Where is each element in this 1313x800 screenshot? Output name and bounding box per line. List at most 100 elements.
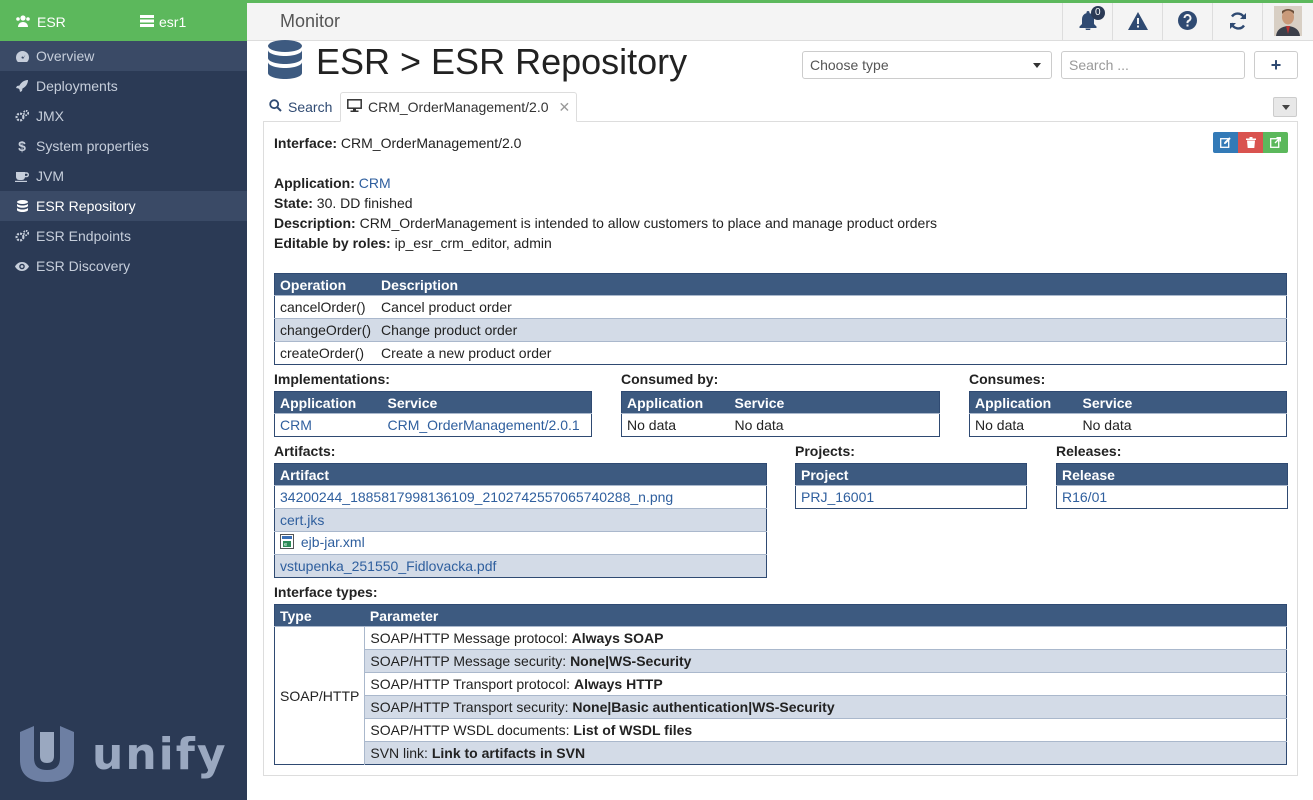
user-avatar-button[interactable] [1262, 3, 1313, 41]
sidebar-item-jmx[interactable]: JMX [0, 101, 247, 131]
operations-table: Operation Description cancelOrder() Canc… [274, 273, 1287, 365]
parameter-value: List of WSDL files [573, 722, 693, 738]
topbar-title: Monitor [280, 11, 341, 31]
table-row[interactable]: changeOrder() Change product order [274, 318, 1287, 342]
empty-cell: No data [969, 413, 1078, 437]
plus-icon: + [1270, 54, 1282, 75]
add-button[interactable]: + [1254, 51, 1298, 79]
table-row: SOAP/HTTP Transport protocol: Always HTT… [275, 672, 1287, 696]
table-row[interactable]: createOrder() Create a new product order [274, 341, 1287, 365]
column-header: Project [795, 463, 1027, 486]
implementations-table: Application Service CRM CRM_OrderManagem… [274, 391, 592, 437]
chevron-down-icon [1033, 63, 1041, 68]
parameter-name: SVN link: [370, 745, 428, 761]
description-label: Description: [274, 215, 356, 231]
table-row[interactable]: CRM CRM_OrderManagement/2.0.1 [274, 413, 592, 437]
sidebar-item-system-properties[interactable]: $ System properties [0, 131, 247, 161]
parameter-name: SOAP/HTTP Message security: [370, 653, 567, 669]
empty-cell: No data [621, 413, 730, 437]
database-icon [268, 40, 302, 83]
gears-icon [15, 110, 29, 122]
application-link[interactable]: CRM [274, 413, 383, 437]
type-select-value: Choose type [810, 57, 889, 73]
action-buttons [1213, 132, 1288, 153]
search-input[interactable] [1061, 51, 1245, 79]
sidebar-item-jvm[interactable]: JVM [0, 161, 247, 191]
notifications-button[interactable]: 0 [1062, 3, 1112, 41]
table-row[interactable]: cancelOrder() Cancel product order [274, 295, 1287, 319]
sidebar-nav: Overview Deployments JMX $ System proper… [0, 41, 247, 281]
table-row: SVN link: Link to artifacts in SVN [275, 741, 1287, 765]
sidebar-item-label: Deployments [36, 78, 118, 94]
sidebar-item-deployments[interactable]: Deployments [0, 71, 247, 101]
refresh-button[interactable] [1212, 3, 1262, 41]
notification-badge: 0 [1091, 6, 1105, 20]
sidebar-item-overview[interactable]: Overview [0, 41, 247, 71]
application-link[interactable]: CRM [359, 175, 391, 191]
projects-label: Projects: [795, 443, 855, 459]
column-header: Parameter [364, 604, 1287, 627]
edit-icon [1220, 137, 1231, 148]
table-row[interactable]: 34200244_1885817998136109_21027425570657… [274, 485, 767, 509]
table-row[interactable]: PRJ_16001 [795, 485, 1027, 509]
table-row: No data No data [969, 413, 1287, 437]
edit-button[interactable] [1213, 132, 1238, 153]
parameter-name: SOAP/HTTP WSDL documents: [370, 722, 570, 738]
server-icon [140, 14, 154, 30]
interface-types-table: Type Parameter SOAP/HTTP SOAP/HTTP Messa… [274, 604, 1287, 765]
tab-search[interactable]: Search [263, 92, 338, 122]
table-row[interactable]: cert.jks [274, 508, 767, 532]
operation-cell: changeOrder() [274, 318, 377, 342]
project-link[interactable]: PRJ_16001 [795, 485, 1027, 509]
implementations-label: Implementations: [274, 371, 390, 387]
tab-dropdown-button[interactable] [1273, 97, 1297, 117]
parameter-cell: SOAP/HTTP Transport security: None|Basic… [364, 695, 1287, 719]
table-row[interactable]: vstupenka_251550_Fidlovacka.pdf [274, 554, 767, 578]
sidebar-item-esr-discovery[interactable]: ESR Discovery [0, 251, 247, 281]
open-external-button[interactable] [1263, 132, 1288, 153]
artifact-link[interactable]: vstupenka_251550_Fidlovacka.pdf [274, 554, 767, 578]
tab-label: Search [288, 99, 333, 115]
description-cell: Cancel product order [376, 295, 1287, 319]
interface-label: Interface: [274, 135, 338, 151]
consumed-by-label: Consumed by: [621, 371, 719, 387]
description-line: Description: CRM_OrderManagement is inte… [274, 215, 937, 231]
sidebar-item-label: ESR Discovery [36, 258, 131, 274]
description-value: CRM_OrderManagement is intended to allow… [359, 215, 937, 231]
help-button[interactable] [1162, 3, 1212, 41]
artifact-link[interactable]: ejb-jar.xml [301, 534, 365, 550]
empty-cell: No data [1077, 413, 1287, 437]
tab-bar: Search CRM_OrderManagement/2.0 ✕ [263, 92, 1298, 122]
parameter-value: Link to artifacts in SVN [431, 745, 586, 761]
desktop-icon [347, 99, 362, 115]
releases-table: Release R16/01 [1056, 463, 1288, 509]
parameter-name: SOAP/HTTP Message protocol: [370, 630, 568, 646]
artifact-link[interactable]: 34200244_1885817998136109_21027425570657… [274, 485, 767, 509]
service-link[interactable]: CRM_OrderManagement/2.0.1 [382, 413, 592, 437]
server-switcher[interactable]: esr1 [140, 14, 186, 30]
app-switcher[interactable]: ESR [0, 14, 140, 30]
sidebar-item-label: JVM [36, 168, 64, 184]
column-header: Artifact [274, 463, 767, 486]
sidebar-item-label: JMX [36, 108, 64, 124]
table-row: SOAP/HTTP Message security: None|WS-Secu… [275, 649, 1287, 673]
artifact-link[interactable]: cert.jks [274, 508, 767, 532]
delete-button[interactable] [1238, 132, 1263, 153]
tab-interface[interactable]: CRM_OrderManagement/2.0 ✕ [340, 92, 578, 122]
rocket-icon [15, 80, 29, 92]
parameter-cell: SOAP/HTTP Message security: None|WS-Secu… [364, 649, 1287, 673]
artifact-cell[interactable]: e ejb-jar.xml [274, 531, 767, 555]
interface-value: CRM_OrderManagement/2.0 [340, 135, 522, 151]
type-select[interactable]: Choose type [802, 51, 1052, 79]
alerts-button[interactable] [1112, 3, 1162, 41]
state-line: State: 30. DD finished [274, 195, 413, 211]
close-icon[interactable]: ✕ [559, 99, 571, 116]
sidebar-item-esr-repository[interactable]: ESR Repository [0, 191, 247, 221]
release-link[interactable]: R16/01 [1056, 485, 1288, 509]
sidebar-header: ESR esr1 [0, 0, 247, 41]
artifacts-table: Artifact 34200244_1885817998136109_21027… [274, 463, 767, 578]
table-row[interactable]: R16/01 [1056, 485, 1288, 509]
state-value: 30. DD finished [316, 195, 413, 211]
table-row[interactable]: e ejb-jar.xml [274, 531, 767, 555]
sidebar-item-esr-endpoints[interactable]: ESR Endpoints [0, 221, 247, 251]
